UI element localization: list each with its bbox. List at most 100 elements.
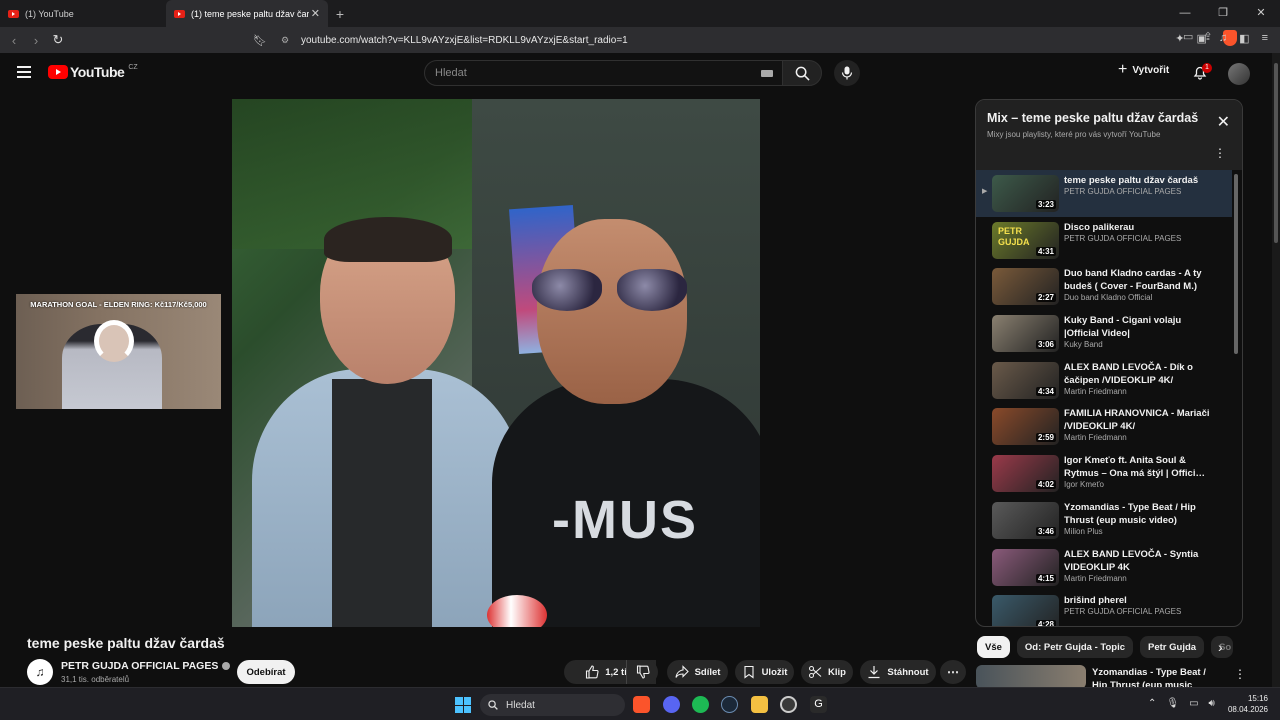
search-button[interactable] <box>782 60 822 86</box>
filter-chip[interactable]: Petr Gujda <box>1140 636 1205 658</box>
keyboard-icon[interactable] <box>761 70 773 77</box>
microphone-tray-icon[interactable]: 🎙︎ <box>1166 698 1179 709</box>
playlist-item[interactable]: PETR GUJDA 4:31 Disco palikerau PETR GUJDA … <box>976 217 1232 264</box>
search-input[interactable]: Hledat <box>424 60 784 86</box>
taskbar-clock[interactable]: 15:16 08.04.2026 <box>1226 693 1268 715</box>
file-explorer-icon[interactable] <box>751 696 768 713</box>
menu-icon[interactable]: ≡ <box>1262 32 1268 45</box>
suggested-video[interactable]: Yzomandias - Type Beat / Hip Thrust (eup… <box>976 663 1266 687</box>
site-settings-icon[interactable]: ⚙︎ <box>281 35 297 46</box>
video-duration: 4:02 <box>1035 480 1056 490</box>
playlist-item[interactable]: 4:15 ALEX BAND LEVOČA - Syntia VIDEOKLIP … <box>976 544 1232 591</box>
bookmark-save-icon <box>744 665 754 679</box>
playlist-item-thumbnail[interactable]: 4:02 <box>992 455 1059 493</box>
suggested-video-thumbnail[interactable] <box>976 665 1086 687</box>
playlist-item-thumbnail[interactable]: 3:23 <box>992 175 1059 212</box>
playlist-title[interactable]: Mix – teme peske paltu džav čardaš <box>987 111 1198 125</box>
clip-button[interactable]: Klip <box>801 660 853 684</box>
playlist-item-thumbnail[interactable]: PETR GUJDA 4:31 <box>992 221 1059 259</box>
app-g-icon[interactable]: G <box>810 696 827 713</box>
playlist-item-thumbnail[interactable]: 2:27 <box>992 268 1059 306</box>
playlist-item-thumbnail[interactable]: 3:46 <box>992 501 1059 539</box>
playlist-item-title: ALEX BAND LEVOČA - Dík o čačipen /VIDEOK… <box>1064 361 1193 386</box>
more-horizontal-icon: ⋯ <box>947 665 959 679</box>
page-scrollbar[interactable] <box>1272 53 1280 687</box>
video-player[interactable]: -MUS <box>232 99 760 627</box>
chevron-right-icon[interactable]: › <box>1218 639 1223 655</box>
sidebar-icon[interactable]: ◧ <box>1239 32 1249 45</box>
playlist-item[interactable]: 2:27 Duo band Kladno cardas - A ty budeš … <box>976 263 1232 310</box>
channel-name[interactable]: PETR GUJDA OFFICIAL PAGES <box>61 660 231 672</box>
more-actions-button[interactable]: ⋯ <box>940 660 966 684</box>
brave-browser-icon[interactable] <box>633 696 650 713</box>
video-duration: 3:46 <box>1035 526 1056 536</box>
network-icon[interactable]: ▭ <box>1189 698 1198 709</box>
playlist-item-channel: PETR GUJDA OFFICIAL PAGES <box>1064 187 1182 196</box>
obs-icon[interactable] <box>780 696 797 713</box>
playlist-item[interactable]: 4:02 Igor Kmeťo ft. Anita Soul & Rytmus –… <box>976 450 1232 497</box>
create-button[interactable]: + Vytvořit <box>1118 62 1169 78</box>
windows-start-icon[interactable] <box>455 697 471 713</box>
playlist-item-thumbnail[interactable]: 2:59 <box>992 408 1059 446</box>
hamburger-menu-icon[interactable] <box>17 66 31 81</box>
close-window-icon[interactable]: ✕ <box>1242 0 1280 27</box>
minimize-icon[interactable]: — <box>1166 0 1204 27</box>
browser-tab-active[interactable]: (1) teme peske paltu džav čardaš ✕ <box>166 0 328 27</box>
youtube-favicon-icon <box>174 9 185 18</box>
filter-chip[interactable]: Od: Petr Gujda - Topic <box>1016 636 1134 658</box>
save-button[interactable]: Uložit <box>735 660 794 684</box>
chevron-up-icon[interactable]: ⌃ <box>1148 698 1156 709</box>
youtube-play-icon <box>48 65 68 79</box>
forward-icon[interactable]: › <box>25 33 47 48</box>
suggested-video-title[interactable]: Yzomandias - Type Beat / Hip Thrust (eup… <box>1092 666 1222 687</box>
bookmark-icon[interactable]: 🔖︎ <box>253 34 273 47</box>
reload-icon[interactable]: ↻ <box>47 32 69 48</box>
playlist-items: ▶ 3:23 teme peske paltu džav čardaš PETR GU… <box>976 170 1232 626</box>
back-icon[interactable]: ‹ <box>3 33 25 48</box>
playlist-scrollbar[interactable] <box>1234 174 1238 354</box>
subscribe-button[interactable]: Odebírat <box>237 660 295 684</box>
volume-icon[interactable]: 🔊︎ <box>1209 698 1215 709</box>
clip-label: Klip <box>828 666 846 678</box>
steam-icon[interactable] <box>721 696 738 713</box>
playlist-item-thumbnail[interactable]: 4:34 <box>992 361 1059 399</box>
playlist-item[interactable]: 4:28 brišind pherel PETR GUJDA OFFICIAL PA… <box>976 590 1232 626</box>
media-icon[interactable]: ♫ <box>1219 32 1227 45</box>
wallet-icon[interactable]: ▣ <box>1197 32 1207 45</box>
playlist-item-channel: Kuky Band <box>1064 340 1103 350</box>
dislike-button[interactable] <box>626 660 658 684</box>
close-tab-icon[interactable]: ✕ <box>311 7 320 20</box>
new-tab-button[interactable]: + <box>328 6 352 22</box>
spotify-icon[interactable] <box>692 696 709 713</box>
playlist-item[interactable]: ▶ 3:23 teme peske paltu džav čardaš PETR GU… <box>976 170 1232 217</box>
filter-chip[interactable]: Vše <box>977 636 1010 658</box>
playlist-item-thumbnail[interactable]: 3:06 <box>992 315 1059 353</box>
thumbnail-text: PETR GUJDA <box>998 225 1030 247</box>
url-field[interactable]: 🔖︎ ⚙︎ youtube.com/watch?v=KLL9vAYzxjE&li… <box>253 30 1237 50</box>
playlist-item[interactable]: 3:06 Kuky Band - Cigani volaju |Official … <box>976 310 1232 357</box>
playlist-item-title: teme peske paltu džav čardaš <box>1064 175 1199 186</box>
download-button[interactable]: Stáhnout <box>860 660 936 684</box>
mix-playlist-panel: Mix – teme peske paltu džav čardaš Mixy … <box>975 99 1243 627</box>
browser-tab-youtube[interactable]: (1) YouTube <box>0 0 166 27</box>
now-playing-icon: ▶ <box>982 188 988 195</box>
share-button[interactable]: Sdílet <box>667 660 728 684</box>
youtube-logo[interactable]: YouTube CZ <box>48 64 138 80</box>
taskbar-search[interactable]: Hledat <box>480 694 625 716</box>
extensions-icon[interactable]: ✦ <box>1175 32 1184 45</box>
channel-avatar[interactable]: ♫ <box>27 659 53 685</box>
playlist-item[interactable]: 2:59 FAMILIA HRANOVNICA - Mariači /VIDEOK… <box>976 403 1232 450</box>
voice-search-button[interactable] <box>834 60 860 86</box>
playlist-item-thumbnail[interactable]: 4:15 <box>992 548 1059 586</box>
playlist-item[interactable]: 4:34 ALEX BAND LEVOČA - Dík o čačipen /VI… <box>976 357 1232 404</box>
restore-icon[interactable]: ❐ <box>1204 0 1242 27</box>
account-avatar[interactable] <box>1228 63 1250 85</box>
playlist-item-title: Igor Kmeťo ft. Anita Soul & Rytmus – Ona… <box>1064 455 1205 480</box>
close-playlist-icon[interactable]: ✕ <box>1217 112 1230 132</box>
suggested-more-icon[interactable]: ⋮ <box>1234 667 1246 681</box>
discord-icon[interactable] <box>663 696 680 713</box>
playlist-item-thumbnail[interactable]: 4:28 <box>992 595 1059 626</box>
playlist-more-icon[interactable]: ⋮ <box>1214 146 1226 160</box>
verified-icon <box>222 662 231 670</box>
playlist-item[interactable]: 3:46 Yzomandias - Type Beat / Hip Thrust … <box>976 497 1232 544</box>
